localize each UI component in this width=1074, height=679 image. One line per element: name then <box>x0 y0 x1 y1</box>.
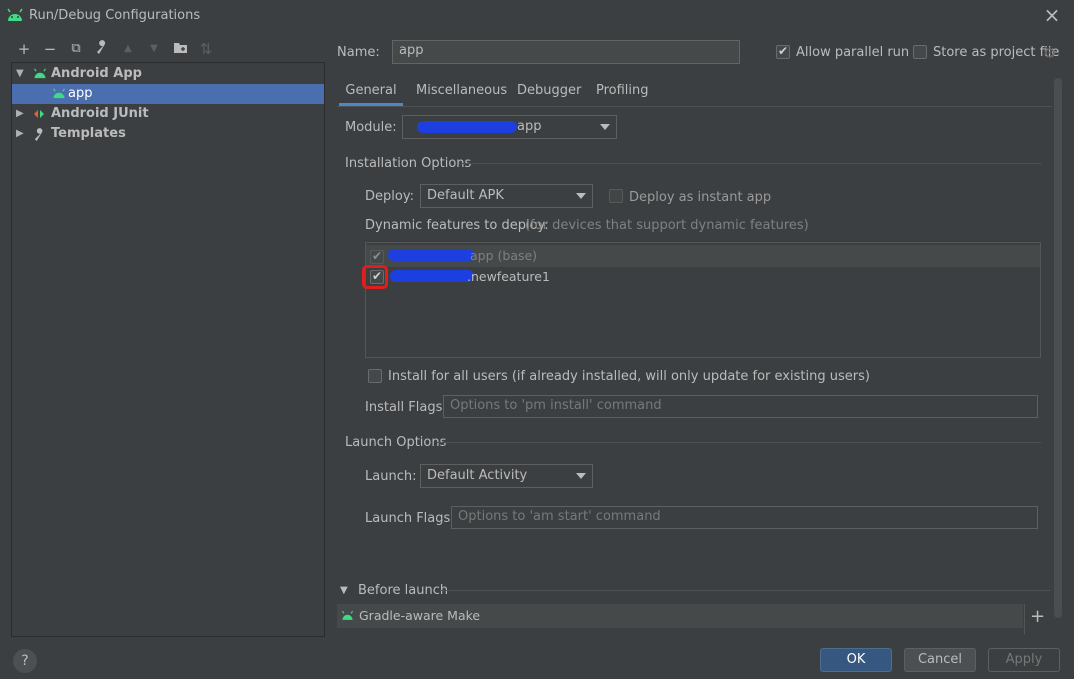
android-icon <box>53 88 65 99</box>
tab-debugger[interactable]: Debugger <box>517 80 581 106</box>
tree-item-label: Android App <box>51 66 142 81</box>
expand-arrow-icon[interactable]: ▶ <box>16 104 24 124</box>
instant-app-checkbox[interactable] <box>609 189 623 203</box>
before-launch-header: Before launch <box>358 583 449 598</box>
android-icon <box>7 8 23 21</box>
tab-divider <box>337 106 1052 107</box>
section-divider <box>459 163 1041 164</box>
copy-config-button[interactable]: ⧉ <box>66 40 86 58</box>
module-label: Module: <box>345 120 397 135</box>
gear-icon[interactable]: ⚙ <box>1043 44 1056 62</box>
section-divider <box>440 590 1050 591</box>
install-all-users-label: Install for all users (if already instal… <box>388 369 870 384</box>
chevron-down-icon <box>576 193 586 199</box>
tree-item-label: app <box>68 86 93 101</box>
tree-item-label: Android JUnit <box>51 106 149 121</box>
window-title: Run/Debug Configurations <box>29 8 201 23</box>
config-tree[interactable]: ▼ Android App app ▶ Android JUnit ▶ Temp… <box>11 62 325 637</box>
add-task-button[interactable]: + <box>1024 604 1050 634</box>
redaction-mark <box>388 249 474 261</box>
name-label: Name: <box>337 45 380 60</box>
launch-label: Launch: <box>365 469 417 484</box>
task-label: Gradle-aware Make <box>359 608 481 623</box>
tree-item-android-app[interactable]: ▼ Android App <box>12 64 324 84</box>
tree-item-android-junit[interactable]: ▶ Android JUnit <box>12 104 324 124</box>
instant-app-label: Deploy as instant app <box>629 190 772 205</box>
tab-profiling[interactable]: Profiling <box>596 80 649 106</box>
feature-label: app (base) <box>470 248 538 263</box>
feature-label: .newfeature1 <box>467 269 550 284</box>
features-list: app (base) .newfeature1 <box>362 242 1041 358</box>
help-button[interactable]: ? <box>13 649 37 673</box>
dynamic-features-label: Dynamic features to deploy: <box>365 218 549 233</box>
folder-icon <box>173 43 187 53</box>
launch-flags-input[interactable]: Options to 'am start' command <box>451 506 1038 529</box>
tree-item-app[interactable]: app <box>12 84 324 104</box>
new-folder-button[interactable] <box>170 40 190 58</box>
launch-value: Default Activity <box>427 468 528 483</box>
list-item[interactable]: .newfeature1 <box>362 265 1040 289</box>
android-icon <box>34 68 46 79</box>
allow-parallel-label: Allow parallel run <box>796 45 910 60</box>
module-select[interactable]: app <box>402 115 617 139</box>
before-launch-task[interactable]: Gradle-aware Make <box>337 604 1023 628</box>
deploy-select[interactable]: Default APK <box>420 184 593 208</box>
sort-button[interactable]: ⇅ <box>196 40 216 58</box>
module-value: app <box>517 119 542 134</box>
deploy-value: Default APK <box>427 188 504 203</box>
store-project-checkbox[interactable] <box>913 45 927 59</box>
launch-flags-label: Launch Flags: <box>365 511 455 526</box>
deploy-label: Deploy: <box>365 189 414 204</box>
allow-parallel-checkbox[interactable] <box>776 44 790 59</box>
remove-config-button[interactable]: − <box>40 40 60 58</box>
list-item[interactable]: app (base) <box>366 245 1040 267</box>
wrench-icon <box>97 40 106 54</box>
tab-general[interactable]: General <box>339 80 403 106</box>
tree-item-templates[interactable]: ▶ Templates <box>12 124 324 144</box>
move-down-button[interactable]: ▼ <box>144 40 164 58</box>
install-flags-label: Install Flags: <box>365 400 447 415</box>
edit-defaults-button[interactable] <box>92 40 112 58</box>
chevron-down-icon <box>576 473 586 479</box>
expand-arrow-icon[interactable]: ▼ <box>16 64 24 84</box>
install-flags-input[interactable]: Options to 'pm install' command <box>443 395 1038 418</box>
collapse-arrow-icon[interactable]: ▼ <box>340 585 348 596</box>
expand-arrow-icon[interactable]: ▶ <box>16 124 24 144</box>
cancel-button[interactable]: Cancel <box>904 648 976 672</box>
chevron-down-icon <box>600 124 610 130</box>
close-icon[interactable]: × <box>1042 4 1062 26</box>
scrollbar[interactable] <box>1054 78 1062 618</box>
tree-item-label: Templates <box>51 126 126 141</box>
redaction-mark <box>390 270 474 282</box>
launch-options-header: Launch Options <box>345 435 447 450</box>
installation-options-header: Installation Options <box>345 156 472 171</box>
redaction-mark <box>417 121 517 133</box>
tab-miscellaneous[interactable]: Miscellaneous <box>416 80 507 106</box>
feature-checkbox[interactable] <box>370 249 384 264</box>
wrench-icon <box>34 128 43 141</box>
install-all-users-checkbox[interactable] <box>368 369 382 383</box>
add-config-button[interactable]: + <box>14 40 34 58</box>
junit-icon <box>34 110 44 118</box>
feature-checkbox[interactable] <box>370 269 384 284</box>
name-input[interactable]: app <box>392 40 740 64</box>
section-divider <box>437 442 1041 443</box>
move-up-button[interactable]: ▲ <box>118 40 138 58</box>
ok-button[interactable]: OK <box>820 648 892 672</box>
store-project-label: Store as project file <box>933 45 1060 60</box>
apply-button[interactable]: Apply <box>988 648 1060 672</box>
android-icon <box>341 610 354 620</box>
dynamic-features-hint: (for devices that support dynamic featur… <box>525 218 809 233</box>
launch-select[interactable]: Default Activity <box>420 464 593 488</box>
